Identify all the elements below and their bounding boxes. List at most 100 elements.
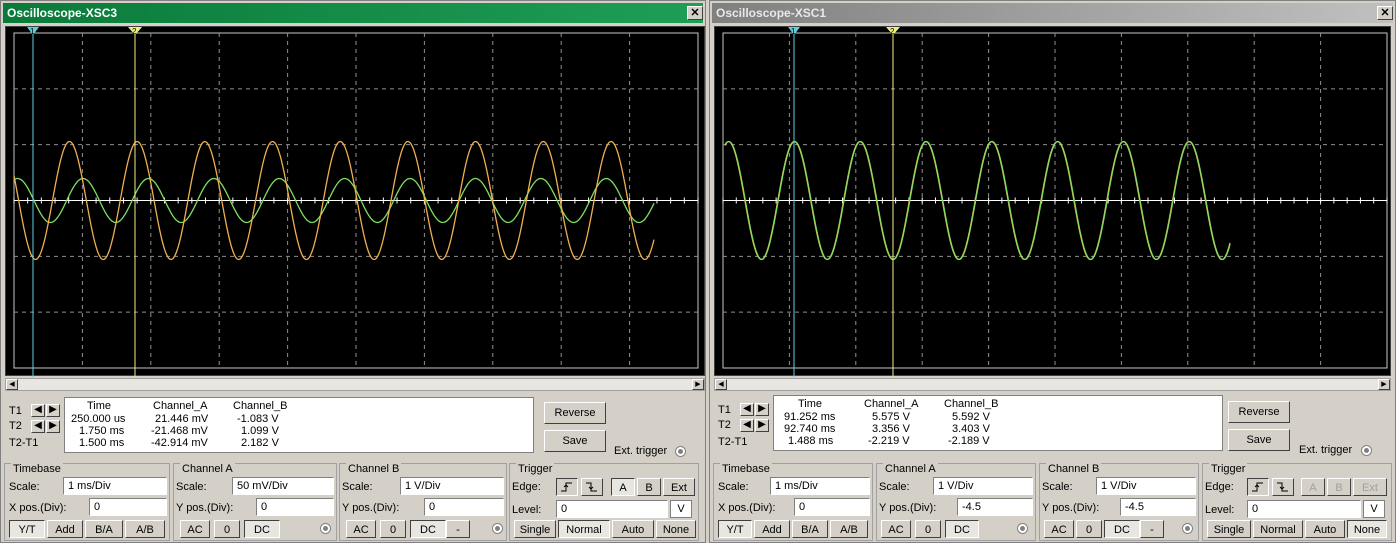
x-pos-field[interactable]: 0: [89, 498, 167, 516]
t2-right-arrow-icon[interactable]: ▶: [755, 419, 769, 432]
channel-b-ac-button[interactable]: AC: [1044, 520, 1074, 538]
ext-trigger-terminal[interactable]: [675, 446, 686, 457]
trigger-a-button[interactable]: A: [611, 478, 635, 496]
channel-b-group: Channel B Scale: 1 V/Div Y pos.(Div): 0 …: [339, 463, 507, 541]
channel-a-dc-button[interactable]: DC: [244, 520, 280, 538]
yt-button[interactable]: Y/T: [718, 520, 752, 538]
horizontal-scrollbar[interactable]: ◀ ▶: [714, 378, 1391, 391]
save-button[interactable]: Save: [1228, 429, 1290, 451]
channel-a-terminal[interactable]: [1017, 523, 1028, 534]
a-over-b-button[interactable]: A/B: [830, 520, 868, 538]
ext-trigger-label: Ext. trigger: [1299, 444, 1353, 456]
add-button[interactable]: Add: [754, 520, 790, 538]
t2-time: 92.740 ms: [784, 423, 836, 435]
channel-b-ypos-field[interactable]: -4.5: [1120, 498, 1196, 516]
channel-a-scale-field[interactable]: 50 mV/Div: [232, 477, 334, 495]
save-button[interactable]: Save: [544, 430, 606, 452]
normal-button[interactable]: Normal: [1253, 520, 1303, 538]
channel-a-zero-button[interactable]: 0: [214, 520, 240, 538]
close-button[interactable]: ✕: [1377, 6, 1393, 20]
t2-left-arrow-icon[interactable]: ◀: [31, 420, 45, 433]
channel-b-terminal[interactable]: [1182, 523, 1193, 534]
auto-button[interactable]: Auto: [1305, 520, 1345, 538]
reverse-button[interactable]: Reverse: [544, 402, 606, 424]
reverse-button[interactable]: Reverse: [1228, 401, 1290, 423]
none-button[interactable]: None: [1347, 520, 1387, 538]
channel-b-terminal[interactable]: [492, 523, 503, 534]
trigger-a-button[interactable]: A: [1301, 478, 1325, 496]
channel-b-scale-field[interactable]: 1 V/Div: [400, 477, 504, 495]
channel-a-ac-button[interactable]: AC: [180, 520, 210, 538]
scope-display[interactable]: 12: [5, 26, 705, 377]
t2-left-arrow-icon[interactable]: ◀: [740, 419, 754, 432]
channel-a-ac-button[interactable]: AC: [881, 520, 911, 538]
scroll-right-icon[interactable]: ▶: [692, 379, 704, 390]
channel-b-title: Channel B: [346, 463, 402, 475]
level-field[interactable]: 0: [556, 500, 668, 518]
t1-time: 91.252 ms: [784, 411, 836, 423]
none-button[interactable]: None: [656, 520, 696, 538]
level-unit[interactable]: V: [1363, 500, 1385, 518]
level-field[interactable]: 0: [1247, 500, 1361, 518]
level-unit[interactable]: V: [670, 500, 692, 518]
channel-a-dc-button[interactable]: DC: [945, 520, 979, 538]
trigger-ext-button[interactable]: Ext: [1353, 478, 1387, 496]
horizontal-scrollbar[interactable]: ◀ ▶: [5, 378, 705, 391]
readout-table: Time Channel_A Channel_B 91.252 ms 5.575…: [773, 395, 1223, 451]
ext-trigger-terminal[interactable]: [1361, 445, 1372, 456]
t2-time: 1.750 ms: [79, 425, 125, 437]
single-button[interactable]: Single: [514, 520, 556, 538]
channel-b-dc-button[interactable]: DC: [410, 520, 446, 538]
x-pos-field[interactable]: 0: [794, 498, 870, 516]
t2-right-arrow-icon[interactable]: ▶: [46, 420, 60, 433]
scroll-left-icon[interactable]: ◀: [6, 379, 18, 390]
t2-t1-b: -2.189 V: [948, 435, 990, 447]
timebase-scale-field[interactable]: 1 ms/Div: [63, 477, 167, 495]
falling-edge-icon[interactable]: [1272, 478, 1294, 496]
rising-edge-icon[interactable]: [1247, 478, 1269, 496]
channel-b-zero-button[interactable]: 0: [380, 520, 406, 538]
trigger-b-button[interactable]: B: [1327, 478, 1351, 496]
channel-a-scale-field[interactable]: 1 V/Div: [933, 477, 1033, 495]
single-button[interactable]: Single: [1207, 520, 1251, 538]
channel-b-zero-button[interactable]: 0: [1076, 520, 1102, 538]
channel-a-terminal[interactable]: [320, 523, 331, 534]
channel-b-dc-button[interactable]: DC: [1104, 520, 1140, 538]
channel-b-ac-button[interactable]: AC: [346, 520, 376, 538]
channel-b-scale-field[interactable]: 1 V/Div: [1096, 477, 1196, 495]
falling-edge-icon[interactable]: [581, 478, 603, 496]
title-bar[interactable]: Oscilloscope-XSC3 ✕: [3, 3, 703, 23]
scroll-left-icon[interactable]: ◀: [715, 379, 727, 390]
channel-a-ypos-field[interactable]: 0: [256, 498, 334, 516]
close-button[interactable]: ✕: [687, 6, 703, 20]
title-bar[interactable]: Oscilloscope-XSC1 ✕: [712, 3, 1393, 23]
trigger-b-button[interactable]: B: [637, 478, 661, 496]
channel-b-minus-button[interactable]: -: [446, 520, 470, 538]
timebase-scale-label: Scale:: [9, 481, 40, 493]
trigger-ext-button[interactable]: Ext: [663, 478, 695, 496]
rising-edge-icon[interactable]: [556, 478, 578, 496]
channel-b-minus-button[interactable]: -: [1140, 520, 1164, 538]
t2-a: -21.468 mV: [151, 425, 208, 437]
channel-a-zero-button[interactable]: 0: [915, 520, 941, 538]
t2-t1-time: 1.488 ms: [788, 435, 834, 447]
normal-button[interactable]: Normal: [558, 520, 610, 538]
t1-right-arrow-icon[interactable]: ▶: [755, 403, 769, 416]
t1-time: 250.000 us: [71, 413, 126, 425]
cursor-t2-number: 2: [890, 27, 895, 36]
timebase-scale-field[interactable]: 1 ms/Div: [770, 477, 870, 495]
auto-button[interactable]: Auto: [612, 520, 654, 538]
t1-left-arrow-icon[interactable]: ◀: [740, 403, 754, 416]
yt-button[interactable]: Y/T: [9, 520, 45, 538]
cursor-t1-number: 1: [30, 27, 35, 36]
channel-b-ypos-field[interactable]: 0: [424, 498, 504, 516]
scope-display[interactable]: 12: [714, 26, 1391, 377]
t1-right-arrow-icon[interactable]: ▶: [46, 404, 60, 417]
b-over-a-button[interactable]: B/A: [85, 520, 123, 538]
a-over-b-button[interactable]: A/B: [125, 520, 165, 538]
t1-left-arrow-icon[interactable]: ◀: [31, 404, 45, 417]
b-over-a-button[interactable]: B/A: [792, 520, 828, 538]
scroll-right-icon[interactable]: ▶: [1378, 379, 1390, 390]
add-button[interactable]: Add: [47, 520, 83, 538]
channel-a-ypos-field[interactable]: -4.5: [957, 498, 1033, 516]
